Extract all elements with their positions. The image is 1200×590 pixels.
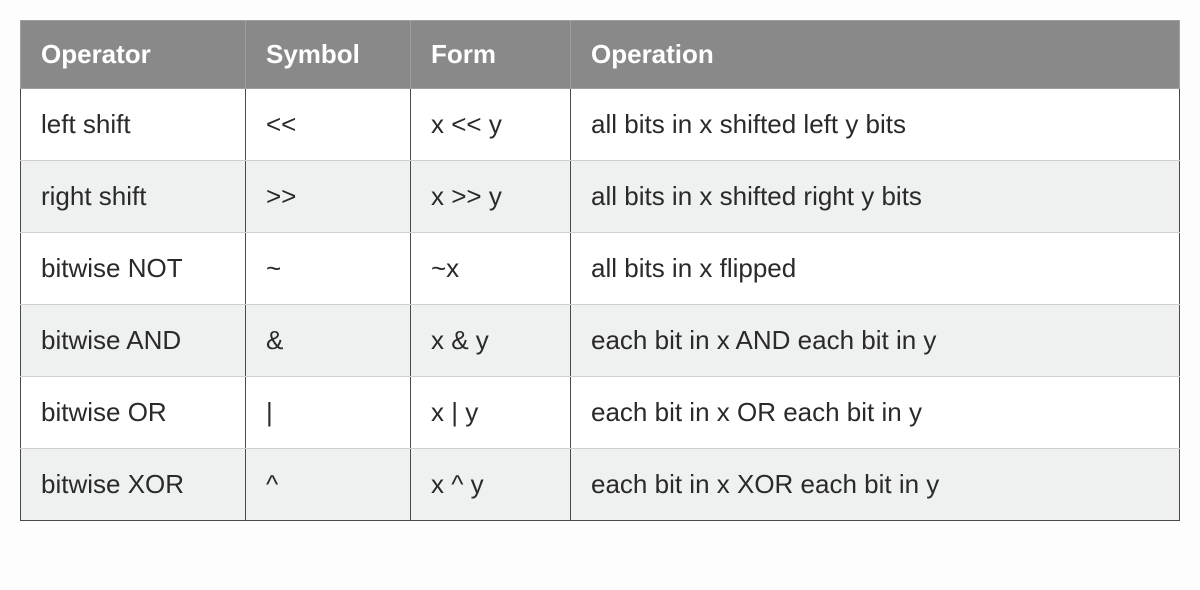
cell-operation: all bits in x flipped <box>571 233 1180 305</box>
cell-form: ~x <box>411 233 571 305</box>
table-row: bitwise AND & x & y each bit in x AND ea… <box>21 305 1180 377</box>
cell-operator: bitwise AND <box>21 305 246 377</box>
bitwise-operators-table: Operator Symbol Form Operation left shif… <box>20 20 1180 521</box>
cell-operator: bitwise XOR <box>21 449 246 521</box>
cell-symbol: & <box>246 305 411 377</box>
cell-operator: right shift <box>21 161 246 233</box>
header-operation: Operation <box>571 21 1180 89</box>
cell-operator: bitwise NOT <box>21 233 246 305</box>
table-row: bitwise NOT ~ ~x all bits in x flipped <box>21 233 1180 305</box>
cell-form: x | y <box>411 377 571 449</box>
cell-operation: each bit in x OR each bit in y <box>571 377 1180 449</box>
cell-symbol: >> <box>246 161 411 233</box>
cell-form: x & y <box>411 305 571 377</box>
cell-operation: all bits in x shifted left y bits <box>571 89 1180 161</box>
cell-form: x >> y <box>411 161 571 233</box>
cell-operation: each bit in x AND each bit in y <box>571 305 1180 377</box>
header-operator: Operator <box>21 21 246 89</box>
table-row: bitwise XOR ^ x ^ y each bit in x XOR ea… <box>21 449 1180 521</box>
cell-symbol: ^ <box>246 449 411 521</box>
cell-symbol: << <box>246 89 411 161</box>
table-row: bitwise OR | x | y each bit in x OR each… <box>21 377 1180 449</box>
table-header-row: Operator Symbol Form Operation <box>21 21 1180 89</box>
cell-operator: bitwise OR <box>21 377 246 449</box>
header-form: Form <box>411 21 571 89</box>
cell-operation: each bit in x XOR each bit in y <box>571 449 1180 521</box>
header-symbol: Symbol <box>246 21 411 89</box>
cell-form: x ^ y <box>411 449 571 521</box>
cell-symbol: ~ <box>246 233 411 305</box>
table-row: left shift << x << y all bits in x shift… <box>21 89 1180 161</box>
table-row: right shift >> x >> y all bits in x shif… <box>21 161 1180 233</box>
cell-operator: left shift <box>21 89 246 161</box>
cell-form: x << y <box>411 89 571 161</box>
cell-operation: all bits in x shifted right y bits <box>571 161 1180 233</box>
cell-symbol: | <box>246 377 411 449</box>
